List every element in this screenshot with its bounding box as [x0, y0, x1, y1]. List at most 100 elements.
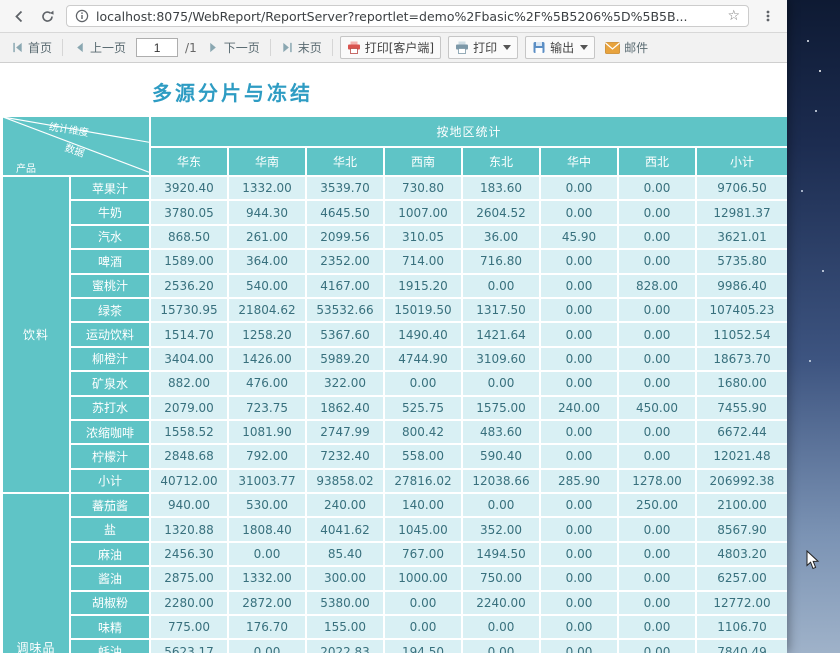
product-cell: 苏打水: [69, 394, 151, 421]
value-cell: 1575.00: [461, 394, 541, 421]
value-cell: 0.00: [617, 589, 697, 617]
table-row: 酱油 2875.00 1332.00 300.00 1000.00 750.00 0.00 0…: [2, 565, 787, 592]
column-header: 华南: [227, 146, 307, 177]
value-cell: 1558.52: [149, 418, 229, 446]
value-cell: 1808.40: [227, 516, 307, 543]
value-cell: 40712.00: [149, 467, 229, 495]
value-cell: 31003.77: [227, 467, 307, 495]
value-cell: 0.00: [461, 492, 541, 519]
value-cell: 3920.40: [149, 174, 229, 202]
first-page-button[interactable]: 首页: [8, 37, 55, 58]
value-cell: 3404.00: [149, 345, 229, 373]
value-cell: 9706.50: [694, 174, 787, 202]
value-cell: 525.75: [383, 394, 463, 421]
region-header: 按地区统计: [148, 115, 787, 148]
value-cell: 364.00: [227, 248, 307, 275]
value-cell: 5367.60: [305, 321, 385, 348]
value-cell: 12021.48: [694, 443, 787, 470]
value-cell: 0.00: [539, 418, 619, 446]
value-cell: 140.00: [383, 492, 463, 519]
prev-page-label: 上一页: [90, 41, 127, 55]
next-page-button[interactable]: 下一页: [204, 37, 263, 58]
product-cell: 啤酒: [69, 248, 151, 275]
browser-menu-button[interactable]: [759, 7, 777, 25]
table-row: 小计 40712.00 31003.77 93858.02 27816.02 12038.…: [2, 467, 787, 495]
value-cell: 0.00: [617, 345, 697, 373]
prev-page-icon: [77, 42, 83, 53]
value-cell: 5623.17: [149, 638, 229, 653]
export-disk-icon: [533, 42, 545, 53]
value-cell: 12772.00: [694, 589, 787, 617]
prev-page-button[interactable]: 上一页: [70, 37, 129, 58]
value-cell: 0.00: [617, 565, 697, 592]
value-cell: 0.00: [617, 296, 697, 324]
value-cell: 1007.00: [383, 199, 463, 226]
value-cell: 2875.00: [149, 565, 229, 592]
value-cell: 155.00: [305, 614, 385, 641]
bookmark-star-icon[interactable]: ☆: [727, 9, 740, 23]
value-cell: 0.00: [539, 272, 619, 299]
browser-chrome: localhost:8075/WebReport/ReportServer?re…: [0, 0, 787, 33]
value-cell: 800.42: [383, 418, 463, 446]
value-cell: 0.00: [383, 614, 463, 641]
table-row: 蜜桃汁 2536.20 540.00 4167.00 1915.20 0.00 0.00 82…: [2, 272, 787, 299]
value-cell: 194.50: [383, 638, 463, 653]
value-cell: 2536.20: [149, 272, 229, 299]
value-cell: 590.40: [461, 443, 541, 470]
last-page-button[interactable]: 末页: [278, 37, 325, 58]
back-arrow-icon: [14, 10, 22, 22]
reload-button[interactable]: [38, 7, 56, 25]
info-icon: [75, 9, 89, 23]
value-cell: 261.00: [227, 223, 307, 251]
product-cell: 蜜桃汁: [69, 272, 151, 299]
value-cell: 11052.54: [694, 321, 787, 348]
value-cell: 0.00: [617, 174, 697, 202]
value-cell: 1915.20: [383, 272, 463, 299]
column-header: 西北: [617, 146, 697, 177]
value-cell: 206992.38: [694, 467, 787, 495]
back-button[interactable]: [10, 7, 28, 25]
product-cell: 柳橙汁: [69, 345, 151, 373]
value-cell: 2100.00: [694, 492, 787, 519]
export-button[interactable]: 输出: [525, 36, 596, 59]
toolbar-separator: [331, 39, 333, 56]
product-cell: 矿泉水: [69, 370, 151, 397]
product-cell: 蕃茄酱: [69, 492, 151, 519]
print-button[interactable]: 打印: [448, 36, 519, 59]
value-cell: 2240.00: [461, 589, 541, 617]
print-client-label: 打印[客户端]: [364, 41, 435, 55]
column-header: 华中: [539, 146, 619, 177]
value-cell: 0.00: [383, 370, 463, 397]
value-cell: 0.00: [617, 248, 697, 275]
table-row: 运动饮料 1514.70 1258.20 5367.60 1490.40 1421.64 0…: [2, 321, 787, 348]
value-cell: 0.00: [227, 540, 307, 568]
value-cell: 1494.50: [461, 540, 541, 568]
value-cell: 0.00: [617, 443, 697, 470]
value-cell: 300.00: [305, 565, 385, 592]
value-cell: 0.00: [539, 443, 619, 470]
value-cell: 322.00: [305, 370, 385, 397]
address-bar[interactable]: localhost:8075/WebReport/ReportServer?re…: [66, 5, 749, 27]
value-cell: 2352.00: [305, 248, 385, 275]
value-cell: 85.40: [305, 540, 385, 568]
value-cell: 4167.00: [305, 272, 385, 299]
value-cell: 483.60: [461, 418, 541, 446]
value-cell: 3780.05: [149, 199, 229, 226]
value-cell: 1490.40: [383, 321, 463, 348]
table-row: 啤酒 1589.00 364.00 2352.00 714.00 716.80 0.00 0.…: [2, 248, 787, 275]
mail-button[interactable]: 邮件: [602, 37, 651, 58]
value-cell: 1045.00: [383, 516, 463, 543]
table-row: 绿茶 15730.95 21804.62 53532.66 15019.50 1317.5…: [2, 296, 787, 324]
value-cell: 3539.70: [305, 174, 385, 202]
value-cell: 176.70: [227, 614, 307, 641]
column-header: 西南: [383, 146, 463, 177]
print-client-button[interactable]: 打印[客户端]: [339, 36, 442, 59]
value-cell: 3621.01: [694, 223, 787, 251]
value-cell: 0.00: [617, 638, 697, 653]
value-cell: 12981.37: [694, 199, 787, 226]
table-row: 汽水 868.50 261.00 2099.56 310.05 36.00 45.90 0.0…: [2, 223, 787, 251]
page-number-input[interactable]: [136, 38, 179, 57]
value-cell: 1426.00: [227, 345, 307, 373]
product-cell: 盐: [69, 516, 151, 543]
value-cell: 285.90: [539, 467, 619, 495]
